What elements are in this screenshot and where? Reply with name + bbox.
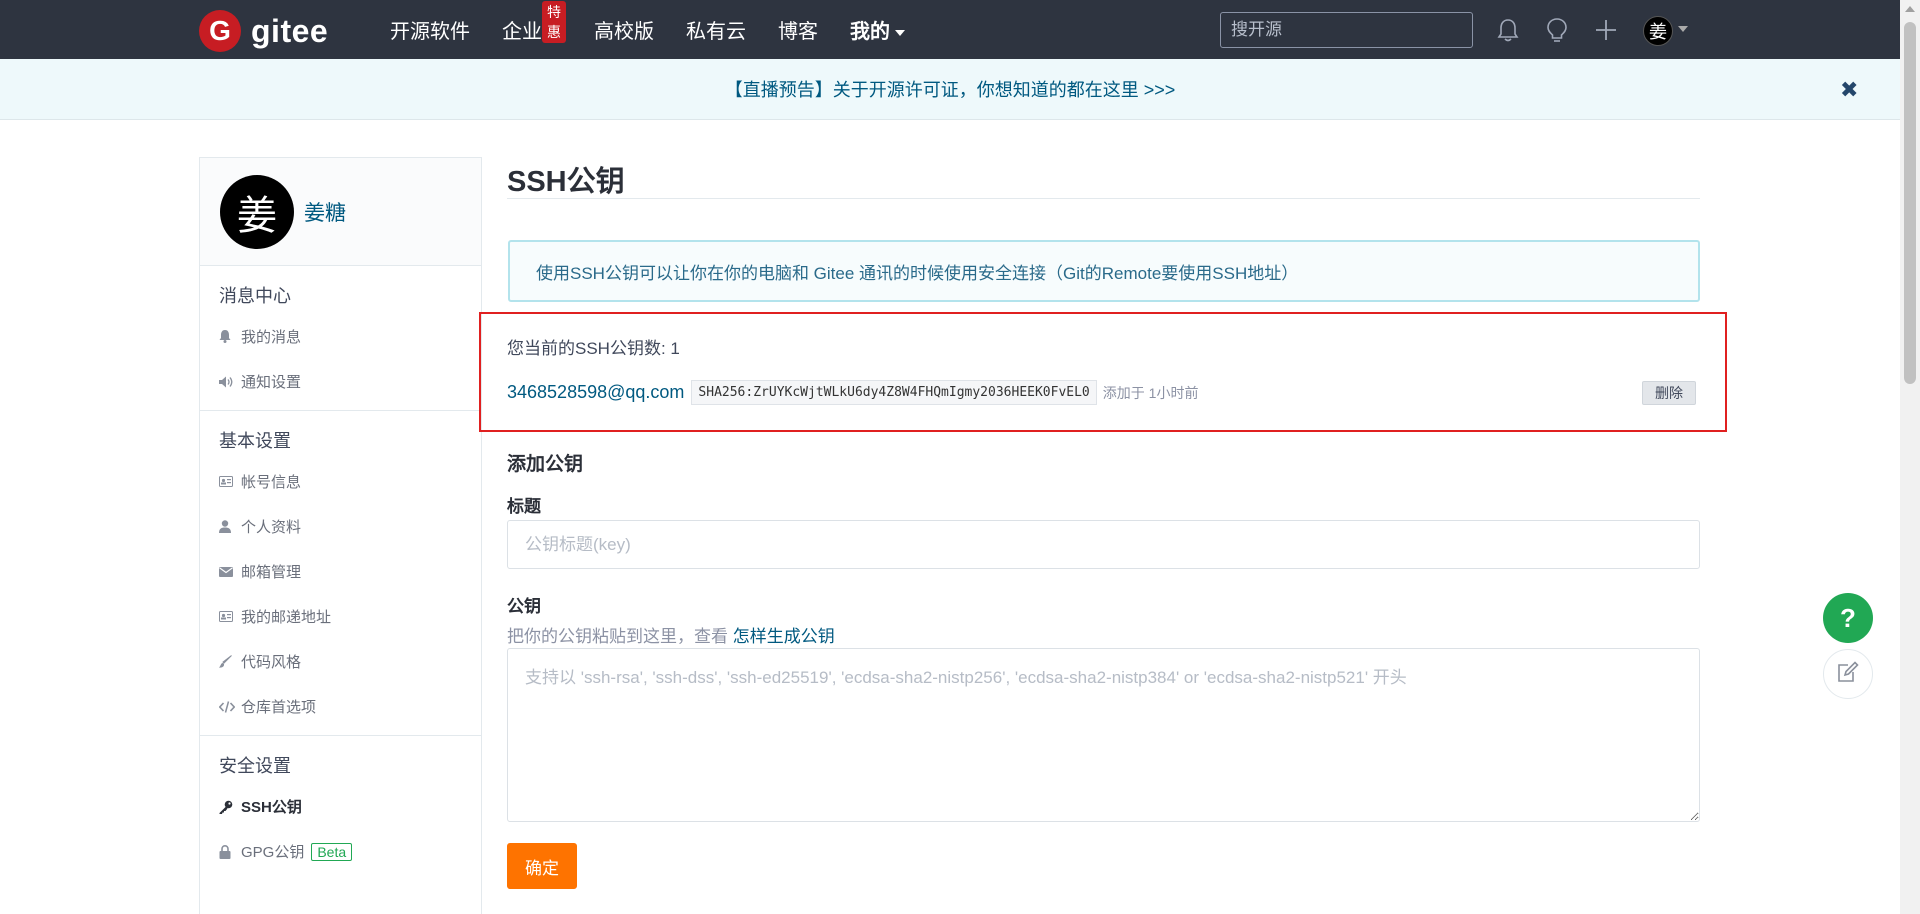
gitee-logo[interactable]: G gitee <box>199 10 328 52</box>
key-title-input[interactable] <box>507 520 1700 569</box>
promo-badge: 特惠 <box>542 1 566 43</box>
key-icon <box>219 800 239 814</box>
info-alert: 使用SSH公钥可以让你在你的电脑和 Gitee 通讯的时候使用安全连接（Git的… <box>508 240 1700 302</box>
sidebar-item-label: GPG公钥 <box>241 844 305 861</box>
nav-item-education[interactable]: 高校版 <box>594 15 654 44</box>
sidebar-item-notification-settings[interactable]: 通知设置 <box>200 359 481 404</box>
announcement-bar: 【直播预告】关于开源许可证，你想知道的都在这里 >>> ✖ <box>0 59 1900 120</box>
lightbulb-icon[interactable] <box>1543 16 1571 44</box>
ssh-key-fingerprint: SHA256:ZrUYKcWjtWLkU6dy4Z8W4FHQmIgmy2036… <box>691 380 1097 405</box>
settings-sidebar: 姜 姜糖 消息中心 我的消息 通知设置 基本设置 帐号信息 个人资料 邮箱管理 … <box>199 157 482 914</box>
nav-menu: 开源软件 企业版 特惠 高校版 私有云 博客 我的 <box>390 0 937 59</box>
section-messages: 消息中心 我的消息 通知设置 <box>200 266 481 411</box>
sidebar-item-label: 仓库首选项 <box>241 699 317 716</box>
sidebar-item-label: 我的邮递地址 <box>241 609 332 626</box>
user-avatar[interactable]: 姜 <box>1643 16 1673 46</box>
public-key-textarea[interactable] <box>507 648 1700 822</box>
section-security: 安全设置 SSH公钥 GPG公钥 Beta <box>200 736 481 880</box>
confirm-button[interactable]: 确定 <box>507 843 577 889</box>
username-link[interactable]: 姜糖 <box>304 197 346 227</box>
nav-item-blog[interactable]: 博客 <box>778 15 818 44</box>
vertical-scrollbar[interactable] <box>1900 0 1920 914</box>
sidebar-item-label: 代码风格 <box>241 654 302 671</box>
nav-item-private-cloud[interactable]: 私有云 <box>686 15 746 44</box>
section-title: 安全设置 <box>219 756 291 776</box>
public-key-hint: 把你的公钥粘贴到这里，查看 怎样生成公钥 <box>507 622 835 647</box>
sidebar-item-label: 通知设置 <box>241 374 302 391</box>
ssh-key-count: 您当前的SSH公钥数: 1 <box>507 339 680 358</box>
chevron-down-icon[interactable] <box>1678 26 1688 32</box>
title-label: 标题 <box>507 497 541 516</box>
address-card-icon <box>219 611 239 622</box>
scroll-up-arrow-icon[interactable] <box>1905 6 1915 12</box>
nav-item-open-source[interactable]: 开源软件 <box>390 15 470 44</box>
page-title: SSH公钥 <box>507 166 625 198</box>
close-icon[interactable]: ✖ <box>1840 77 1858 103</box>
scrollbar-thumb[interactable] <box>1904 22 1916 384</box>
feedback-button[interactable] <box>1823 649 1873 699</box>
ssh-key-row: 3468528598@qq.com SHA256:ZrUYKcWjtWLkU6d… <box>507 380 1198 405</box>
sidebar-item-email-management[interactable]: 邮箱管理 <box>200 549 481 594</box>
beta-badge: Beta <box>311 842 353 861</box>
profile-card: 姜 姜糖 <box>200 158 481 266</box>
sidebar-item-label: SSH公钥 <box>241 799 302 816</box>
search-input[interactable] <box>1220 12 1473 48</box>
sidebar-item-label: 帐号信息 <box>241 474 302 491</box>
ssh-key-added-time: 添加于 1小时前 <box>1102 384 1199 401</box>
envelope-icon <box>219 566 239 577</box>
section-title: 消息中心 <box>219 286 291 306</box>
ssh-key-title-link[interactable]: 3468528598@qq.com <box>507 382 684 403</box>
speaker-icon <box>219 376 239 388</box>
chevron-down-icon <box>895 29 905 36</box>
gitee-logo-text: gitee <box>251 12 329 49</box>
sidebar-item-label: 个人资料 <box>241 519 302 536</box>
sidebar-item-mailing-address[interactable]: 我的邮递地址 <box>200 594 481 639</box>
nav-item-mine[interactable]: 我的 <box>850 15 905 44</box>
bell-icon[interactable] <box>1494 16 1522 44</box>
sidebar-item-repo-preferences[interactable]: 仓库首选项 <box>200 684 481 729</box>
help-button[interactable]: ? <box>1823 593 1873 643</box>
user-icon <box>219 520 239 533</box>
id-card-icon <box>219 476 239 487</box>
sidebar-item-gpg-keys[interactable]: GPG公钥 Beta <box>200 829 481 874</box>
hint-text: 把你的公钥粘贴到这里，查看 <box>507 627 728 646</box>
sidebar-item-label: 我的消息 <box>241 329 302 346</box>
top-navbar: G gitee 开源软件 企业版 特惠 高校版 私有云 博客 我的 姜 <box>0 0 1900 59</box>
sidebar-item-ssh-keys[interactable]: SSH公钥 <box>200 784 481 829</box>
brush-icon <box>219 655 239 668</box>
highlight-box <box>479 312 1727 432</box>
delete-key-button[interactable]: 删除 <box>1642 381 1696 405</box>
sidebar-item-profile[interactable]: 个人资料 <box>200 504 481 549</box>
gitee-logo-icon: G <box>199 10 241 52</box>
nav-item-label: 我的 <box>850 21 890 43</box>
announcement-link[interactable]: 【直播预告】关于开源许可证，你想知道的都在这里 >>> <box>725 76 1176 102</box>
divider <box>507 198 1700 199</box>
sidebar-item-code-style[interactable]: 代码风格 <box>200 639 481 684</box>
nav-item-enterprise[interactable]: 企业版 特惠 <box>502 1 566 44</box>
bell-icon <box>219 330 239 343</box>
sidebar-item-label: 邮箱管理 <box>241 564 302 581</box>
add-key-heading: 添加公钥 <box>507 454 584 475</box>
sidebar-item-account-info[interactable]: 帐号信息 <box>200 459 481 504</box>
section-title: 基本设置 <box>219 431 291 451</box>
how-to-generate-link[interactable]: 怎样生成公钥 <box>733 627 835 646</box>
plus-icon[interactable] <box>1592 16 1620 44</box>
public-key-label: 公钥 <box>507 597 541 616</box>
avatar[interactable]: 姜 <box>220 174 294 249</box>
code-icon <box>219 700 239 713</box>
section-basic: 基本设置 帐号信息 个人资料 邮箱管理 我的邮递地址 代码风格 仓库首选项 <box>200 411 481 736</box>
lock-icon <box>219 844 239 859</box>
sidebar-item-my-messages[interactable]: 我的消息 <box>200 314 481 359</box>
edit-icon <box>1837 660 1859 688</box>
